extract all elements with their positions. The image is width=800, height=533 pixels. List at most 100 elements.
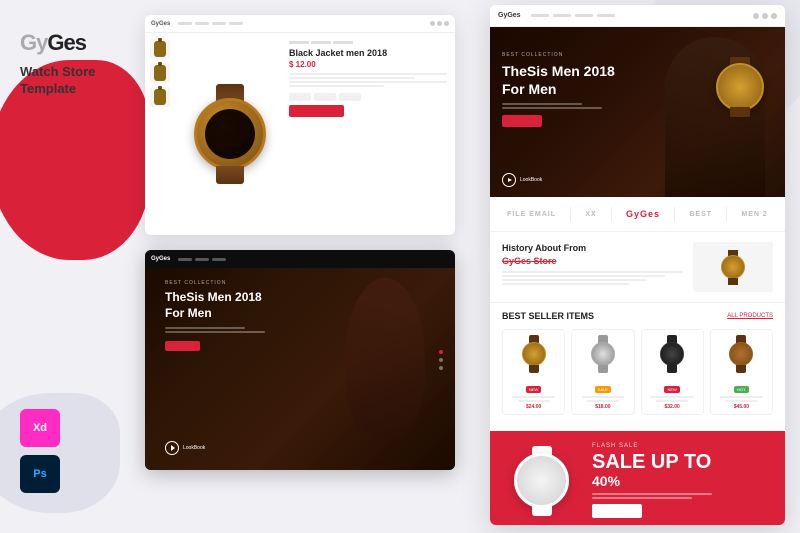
dot-3[interactable] — [439, 366, 443, 370]
bestseller-section: BEST SELLER ITEMS ALL PRODUCTS NEW — [490, 303, 785, 423]
right-play-button[interactable] — [502, 173, 516, 187]
watch-card-3[interactable]: NEW $32.00 — [641, 329, 704, 415]
right-play-icon — [508, 178, 512, 182]
flash-watch-image — [502, 446, 582, 516]
history-watch — [718, 250, 748, 285]
watch-4-name — [715, 396, 768, 402]
nav-user-icon — [437, 21, 442, 26]
dot-2[interactable] — [439, 358, 443, 362]
play-button[interactable] — [165, 441, 179, 455]
nav-link-3 — [212, 22, 226, 25]
product-mockup: GyGes — [145, 15, 455, 235]
nav-link-2 — [195, 22, 209, 25]
product-title: Black Jacket men 2018 — [289, 48, 447, 58]
nav-link-4 — [229, 22, 243, 25]
view-all-link[interactable]: ALL PRODUCTS — [727, 313, 773, 319]
bestseller-title: BEST SELLER ITEMS — [502, 311, 594, 321]
thumb-watch-3 — [154, 89, 166, 105]
product-nav: GyGes — [145, 15, 455, 33]
watch-4-price: $45.00 — [715, 404, 768, 410]
brand-5: MEN 2 — [741, 211, 767, 218]
watch-strap-bottom — [216, 166, 244, 184]
hero-slide-dots — [439, 350, 443, 370]
watch-2-price: $18.00 — [576, 404, 629, 410]
option-size[interactable] — [314, 93, 336, 101]
right-hero-lookbook: LookBook — [502, 173, 542, 187]
flash-description — [592, 493, 773, 499]
brand-logo-part2: Ges — [47, 30, 86, 55]
product-details: Black Jacket men 2018 $ 12.00 — [285, 33, 455, 235]
watch-3-image — [646, 334, 699, 374]
tool-icons: Xd Ps — [20, 409, 60, 493]
brand-1: FILE EMAIL — [507, 211, 556, 218]
thumb-2[interactable] — [150, 63, 170, 83]
watch-grid: NEW $24.00 SALE — [502, 329, 773, 415]
watch-2-name — [576, 396, 629, 402]
hero-content: BEST COLLECTION TheSis Men 2018 For Men — [165, 280, 265, 351]
watch-3-name — [646, 396, 699, 402]
add-to-cart-button[interactable] — [289, 105, 344, 117]
watch-card-4[interactable]: HOT $45.00 — [710, 329, 773, 415]
product-description — [289, 73, 447, 87]
right-nav: GyGes — [490, 5, 785, 27]
right-nav-cart[interactable] — [771, 13, 777, 19]
history-subtitle-strikethrough: GyGes Store — [502, 255, 683, 268]
brand-3-active: GyGes — [626, 209, 660, 219]
brand-logo-part1: Gy — [20, 30, 47, 55]
watch-card-2[interactable]: SALE $18.00 — [571, 329, 634, 415]
right-nav-search[interactable] — [753, 13, 759, 19]
brand-2: XX — [585, 211, 596, 218]
right-nav-icons — [753, 13, 777, 19]
watch-1-image — [507, 334, 560, 374]
hero-nav-logo: GyGes — [151, 256, 170, 262]
nav-search-icon — [430, 21, 435, 26]
right-hero-section: BEST COLLECTION TheSis Men 2018 For Men … — [490, 27, 785, 197]
nav-cart-icon — [444, 21, 449, 26]
watch-4-badge: HOT — [734, 386, 748, 393]
watch-3-badge: NEW — [664, 386, 679, 393]
hero-collection-tag: BEST COLLECTION — [165, 280, 265, 286]
flash-cta-button[interactable] — [592, 504, 642, 518]
product-price: $ 12.00 — [289, 60, 447, 69]
bestseller-header: BEST SELLER ITEMS ALL PRODUCTS — [502, 311, 773, 321]
watch-1-badge: NEW — [526, 386, 541, 393]
history-description — [502, 271, 683, 285]
history-title: History About From GyGes Store — [502, 242, 683, 267]
watch-card-1[interactable]: NEW $24.00 — [502, 329, 565, 415]
watch-2-image — [576, 334, 629, 374]
flash-tag: FLASH SALE — [592, 443, 773, 449]
thumb-1[interactable] — [150, 39, 170, 59]
adobe-ps-icon: Ps — [20, 455, 60, 493]
thumb-3[interactable] — [150, 87, 170, 107]
watch-1-price: $24.00 — [507, 404, 560, 410]
hero-cta-button[interactable] — [165, 341, 200, 351]
right-hero-desc — [502, 103, 615, 109]
hero-nav: GyGes — [145, 250, 455, 268]
brand-logos-section: FILE EMAIL XX GyGes BEST MEN 2 — [490, 197, 785, 232]
history-image — [693, 242, 773, 292]
product-thumbnails — [145, 33, 175, 235]
watch-1-name — [507, 396, 560, 402]
product-body: Black Jacket men 2018 $ 12.00 — [145, 33, 455, 235]
history-text: History About From GyGes Store — [502, 242, 683, 292]
lookbook-label: LookBook — [183, 445, 205, 451]
hero-mockup: GyGes BEST COLLECTION TheSis Men 2018 Fo… — [145, 250, 455, 470]
hero-subtitle-text — [165, 327, 265, 333]
right-nav-user[interactable] — [762, 13, 768, 19]
product-nav-links — [178, 22, 243, 25]
right-hero-cta-button[interactable] — [502, 115, 542, 127]
play-icon — [171, 445, 175, 451]
option-color[interactable] — [339, 93, 361, 101]
flash-content: FLASH SALE SALE UP TO 40% — [592, 443, 773, 518]
flash-sale-section: FLASH SALE SALE UP TO 40% — [490, 431, 785, 525]
product-options — [289, 93, 447, 101]
option-qty[interactable] — [289, 93, 311, 101]
product-nav-logo: GyGes — [151, 21, 170, 27]
brand-area: GyGes Watch Store Template — [20, 30, 95, 98]
right-mockup: GyGes BEST COLLECTION TheSis Men 2018 Fo… — [490, 5, 785, 525]
brand-4: BEST — [689, 211, 712, 218]
history-section: History About From GyGes Store — [490, 232, 785, 303]
bg-blob-bottom-left — [0, 393, 120, 513]
watch-large — [185, 84, 275, 184]
dot-1[interactable] — [439, 350, 443, 354]
